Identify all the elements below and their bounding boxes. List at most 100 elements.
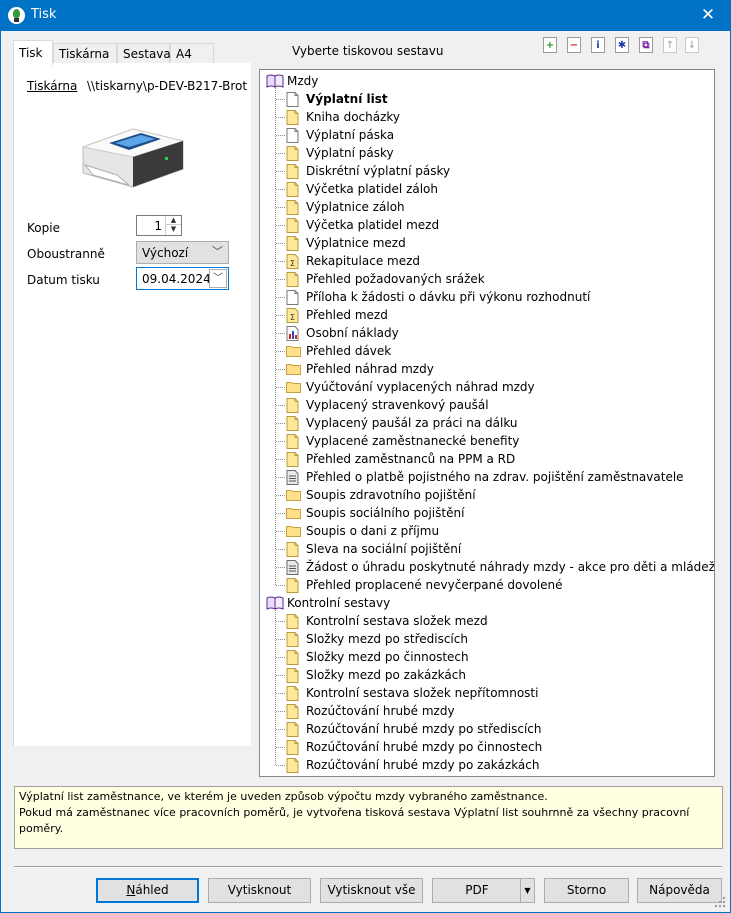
tree-item-label: Výplatnice mezd (306, 236, 406, 250)
document-icon (286, 578, 299, 593)
tree-connector (276, 333, 285, 334)
copy-icon[interactable]: ⧉ (639, 37, 653, 53)
tree-connector (276, 135, 285, 136)
tree-item-label: Kontrolní sestava složek mezd (306, 614, 488, 628)
tree-item-label: Rozúčtování hrubé mzdy po zakázkách (306, 758, 540, 772)
tree-item-label: Soupis sociálního pojištění (306, 506, 465, 520)
tree-item-label: Soupis o dani z příjmu (306, 524, 440, 538)
close-icon[interactable]: ✕ (685, 0, 731, 31)
report-group-icon (266, 74, 284, 88)
folder-icon (286, 506, 301, 521)
document-icon (286, 236, 299, 251)
document-icon (286, 272, 299, 287)
print-date-field[interactable]: 09.04.2024 ﹀ (136, 267, 229, 290)
tree-connector (276, 675, 285, 676)
spin-down-icon[interactable]: ▼ (166, 225, 181, 234)
tree-connector (276, 279, 285, 280)
tree-connector (276, 711, 285, 712)
move-up-icon[interactable]: ↑ (663, 37, 677, 53)
folder-icon (286, 524, 301, 539)
tree-item-label: Rozúčtování hrubé mzdy (306, 704, 455, 718)
tree-item-label: Rozúčtování hrubé mzdy po činnostech (306, 740, 543, 754)
remove-icon[interactable]: − (567, 37, 581, 53)
tree-item-label: Výčetka platidel mezd (306, 218, 440, 232)
tree-connector (276, 531, 285, 532)
tab-sestava[interactable]: Sestava (117, 43, 171, 64)
report-description: Výplatní list zaměstnance, ve kterém je … (14, 786, 723, 849)
tree-connector (276, 351, 285, 352)
svg-text:Σ: Σ (290, 313, 295, 322)
add-icon[interactable]: + (543, 37, 557, 53)
document-icon (286, 164, 299, 179)
star-icon[interactable]: ✱ (615, 37, 629, 53)
report-tree[interactable]: Mzdy Výplatní list Kniha docházky Výplatní … (259, 69, 715, 777)
tree-connector (276, 189, 285, 190)
document-icon (286, 704, 299, 719)
help-button[interactable]: Nápověda (637, 878, 722, 903)
tab-tiskarna[interactable]: Tiskárna (53, 43, 117, 64)
document-icon (286, 758, 299, 773)
tree-item-label: Vyplacené zaměstnanecké benefity (306, 434, 520, 448)
duplex-select[interactable]: Výchozí ﹀ (136, 241, 229, 264)
duplex-label: Oboustranně (27, 247, 105, 261)
divider (14, 866, 722, 868)
tree-connector (276, 621, 285, 622)
printer-path: \\tiskarny\p-DEV-B217-Brot (87, 79, 248, 93)
print-date-label: Datum tisku (27, 273, 100, 287)
dialog-body: Tisk Tiskárna Sestava A4 Tiskárna \\tisk… (0, 31, 731, 913)
calendar-dropdown-icon[interactable]: ﹀ (209, 269, 227, 288)
pdf-dropdown-icon[interactable]: ▼ (520, 879, 534, 902)
tree-item-label: Přehled zaměstnanců na PPM a RD (306, 452, 516, 466)
print-button[interactable]: Vytisknout (208, 878, 311, 903)
tree-connector (276, 387, 285, 388)
document-icon (286, 398, 299, 413)
print-all-button[interactable]: Vytisknout vše (320, 878, 423, 903)
tree-item-label: Rozúčtování hrubé mzdy po střediscích (306, 722, 542, 736)
document-icon (286, 722, 299, 737)
report-group-icon (266, 596, 284, 610)
document-icon: Σ (286, 308, 299, 323)
document-icon (286, 614, 299, 629)
document-icon (286, 146, 299, 161)
tree-connector (276, 297, 285, 298)
window-title: Tisk (31, 7, 57, 22)
tree-item-label: Vyúčtování vyplacených náhrad mzdy (306, 380, 535, 394)
tree-item-label: Osobní náklady (306, 326, 399, 340)
printer-link[interactable]: Tiskárna (27, 79, 77, 93)
copies-label: Kopie (27, 221, 60, 235)
document-icon (286, 434, 299, 449)
title-bar: Tisk ✕ (0, 0, 731, 31)
description-line-2: Pokud má zaměstnanec více pracovních pom… (19, 806, 690, 835)
document-icon (286, 182, 299, 197)
svg-text:Σ: Σ (290, 259, 295, 268)
tree-item-label: Výplatní pásky (306, 146, 394, 160)
tree-connector (276, 207, 285, 208)
tab-tisk[interactable]: Tisk (13, 40, 53, 65)
copies-stepper[interactable]: 1 ▲ ▼ (136, 215, 182, 236)
info-icon[interactable]: i (591, 37, 605, 53)
document-icon (286, 632, 299, 647)
resize-grip-icon[interactable] (714, 896, 726, 908)
report-select-heading: Vyberte tiskovou sestavu (292, 44, 444, 58)
tree-connector (276, 315, 285, 316)
tab-a4[interactable]: A4 (170, 43, 214, 64)
preview-button[interactable]: Náhled (96, 878, 199, 903)
tree-connector (276, 99, 285, 100)
pdf-button[interactable]: PDF ▼ (432, 878, 535, 903)
tree-item-label: Kniha docházky (306, 110, 401, 124)
move-down-icon[interactable]: ↓ (685, 37, 699, 53)
cancel-button[interactable]: Storno (544, 878, 629, 903)
tree-connector (276, 639, 285, 640)
tree-connector (276, 261, 285, 262)
document-icon (286, 686, 299, 701)
tree-item-label: Výplatní list (306, 92, 388, 106)
print-date-value: 09.04.2024 (142, 272, 211, 286)
spin-up-icon[interactable]: ▲ (166, 216, 181, 225)
duplex-value: Výchozí (142, 246, 189, 260)
tree-item-label: Přehled mezd (306, 308, 388, 322)
printer-icon (81, 128, 185, 188)
tree-item-label: Výčetka platidel záloh (306, 182, 439, 196)
tree-item-label: Přehled proplacené nevyčerpané dovolené (306, 578, 563, 592)
tree-connector (276, 765, 285, 766)
tree-item-label: Sleva na sociální pojištění (306, 542, 462, 556)
